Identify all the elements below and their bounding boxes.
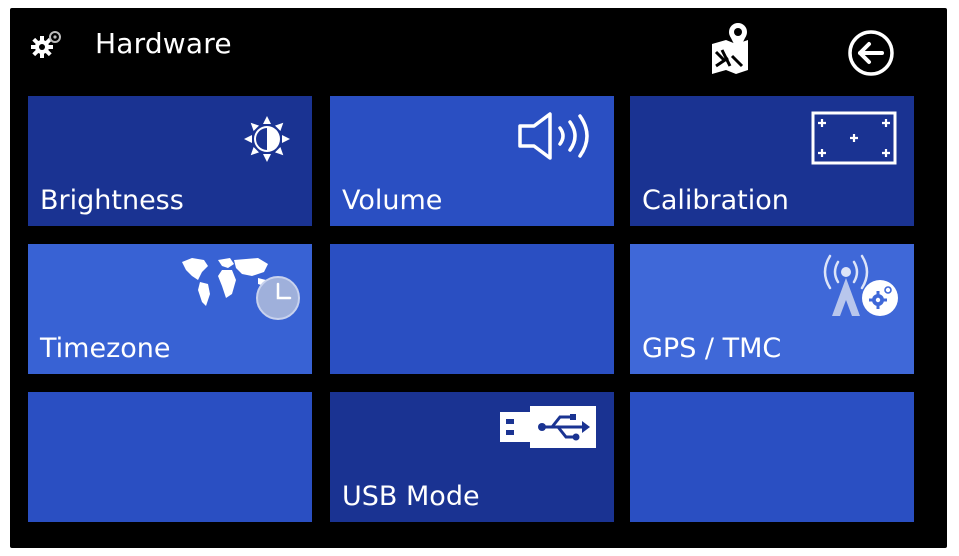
brightness-icon <box>244 116 290 162</box>
calibration-icon <box>811 111 897 165</box>
usb-mode-tile[interactable]: USB Mode <box>330 392 614 522</box>
calibration-label: Calibration <box>642 185 789 216</box>
empty-tile-2 <box>28 392 312 522</box>
volume-tile[interactable]: Volume <box>330 96 614 226</box>
gear-icon <box>31 31 61 58</box>
speaker-icon <box>518 112 589 160</box>
volume-label: Volume <box>342 185 443 216</box>
header-bar: Hardware <box>10 8 947 90</box>
gps-tmc-tile[interactable]: GPS / TMC <box>630 244 914 374</box>
page-title: Hardware <box>95 27 232 60</box>
gps-antenna-icon <box>823 254 898 316</box>
usb-mode-label: USB Mode <box>342 481 480 512</box>
back-button[interactable] <box>846 28 896 78</box>
hardware-screen: Hardware Brightness Volume Calibration T… <box>10 8 947 548</box>
map-pin-icon[interactable] <box>708 22 752 74</box>
empty-tile-1 <box>330 244 614 374</box>
world-clock-icon <box>182 258 300 320</box>
timezone-tile[interactable]: Timezone <box>28 244 312 374</box>
calibration-tile[interactable]: Calibration <box>630 96 914 226</box>
gps-tmc-label: GPS / TMC <box>642 333 782 364</box>
timezone-label: Timezone <box>40 333 171 364</box>
usb-icon <box>500 406 596 448</box>
brightness-label: Brightness <box>40 185 184 216</box>
brightness-tile[interactable]: Brightness <box>28 96 312 226</box>
empty-tile-3 <box>630 392 914 522</box>
